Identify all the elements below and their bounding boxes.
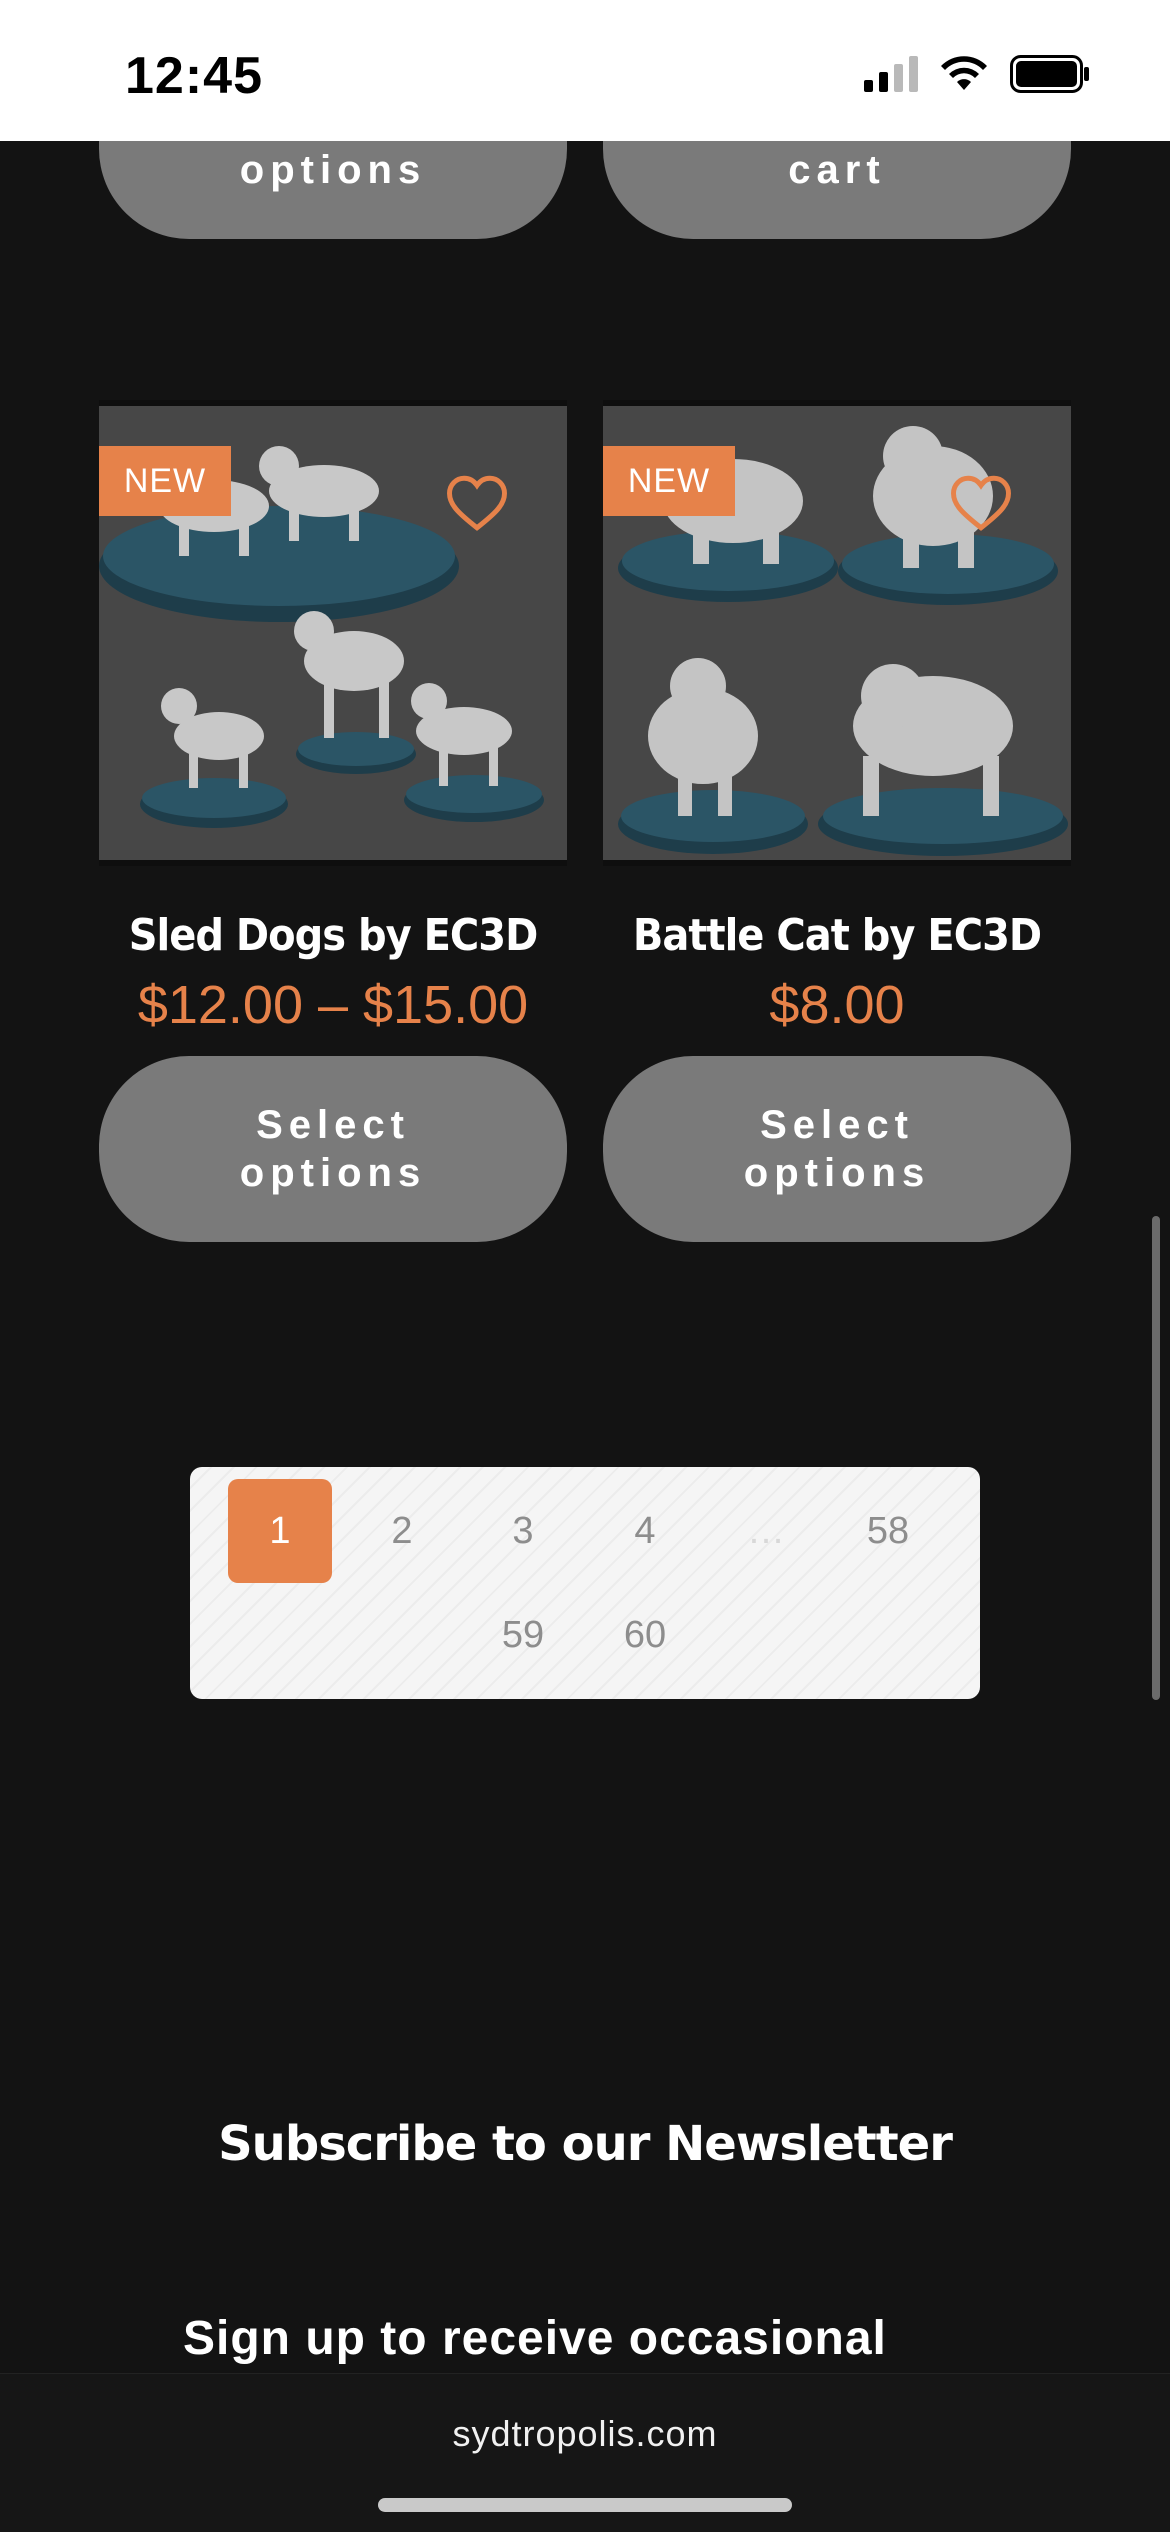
status-bar: 12:45 [0,0,1170,141]
scrollbar[interactable] [1152,1216,1160,1700]
pagination: 1 2 3 4 … 58 59 60 [190,1467,980,1699]
new-badge: NEW [99,446,231,516]
page-60[interactable]: 60 [593,1583,697,1687]
new-badge: NEW [603,446,735,516]
page-1[interactable]: 1 [228,1479,332,1583]
browser-bottom-bar: sydtropolis.com [0,2373,1170,2532]
product-price: $12.00 – $15.00 [137,975,529,1035]
page-58[interactable]: 58 [836,1479,940,1583]
newsletter-title: Subscribe to our Newsletter [218,2116,953,2172]
battery-icon [1010,55,1089,93]
product-title[interactable]: Battle Cat by EC3D [603,911,1071,961]
page-2[interactable]: 2 [350,1479,454,1583]
product-title[interactable]: Sled Dogs by EC3D [99,911,567,961]
heart-icon[interactable] [444,470,510,536]
page-ellipsis: … [747,1509,785,1552]
page-content: Select options Add to cart NEW [0,141,1170,2373]
button-label: Add to cart [756,141,913,192]
product-image-sled-dogs[interactable]: NEW [99,400,567,866]
button-label: Select options [239,1103,427,1195]
product-price: $8.00 [769,975,905,1035]
page-3[interactable]: 3 [471,1479,575,1583]
url-bar[interactable]: sydtropolis.com [0,2413,1170,2455]
heart-icon[interactable] [948,470,1014,536]
cellular-signal-icon [864,56,918,92]
page-59[interactable]: 59 [471,1583,575,1687]
button-label: Select options [743,1103,931,1195]
select-options-button[interactable]: Select options [603,1056,1071,1242]
status-icons [864,55,1090,93]
select-options-button[interactable]: Select options [99,1056,567,1242]
status-time: 12:45 [125,47,263,105]
select-options-button[interactable]: Select options [99,141,567,239]
newsletter-text: Sign up to receive occasional [183,2312,887,2365]
add-to-cart-button[interactable]: Add to cart [603,141,1071,239]
button-label: Select options [239,141,427,192]
wifi-icon [941,56,987,90]
page-4[interactable]: 4 [593,1479,697,1583]
product-image-battle-cat[interactable]: NEW [603,400,1071,866]
home-indicator[interactable] [378,2498,792,2512]
